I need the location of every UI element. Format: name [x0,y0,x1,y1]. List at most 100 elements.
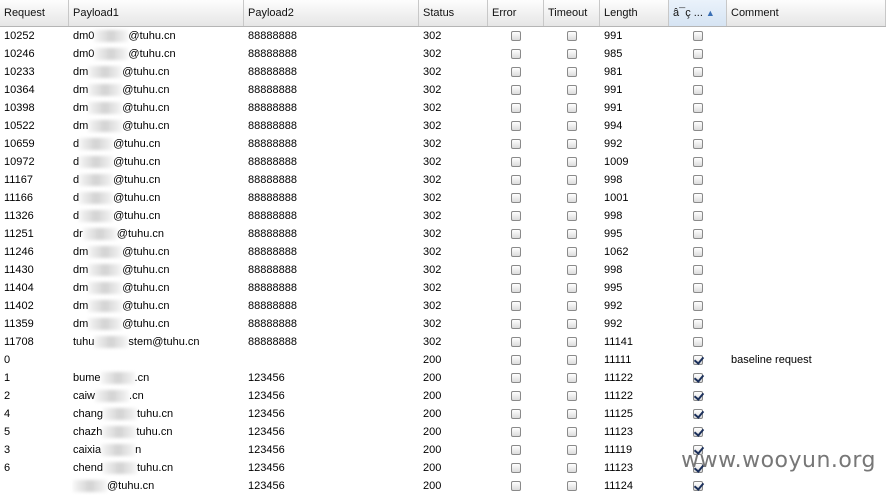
error-checkbox[interactable] [511,85,521,95]
marked-checkbox[interactable] [693,283,703,293]
column-header-request[interactable]: Request [0,0,69,26]
table-row[interactable]: 11402 dm @tuhu.cn 88888888 302 992 [0,297,886,315]
marked-checkbox[interactable] [693,157,703,167]
error-checkbox[interactable] [511,445,521,455]
timeout-checkbox[interactable] [567,373,577,383]
timeout-checkbox[interactable] [567,103,577,113]
table-row[interactable]: @tuhu.cn 123456 200 11124 [0,477,886,495]
table-row[interactable]: 11251 dr @tuhu.cn 88888888 302 995 [0,225,886,243]
error-checkbox[interactable] [511,193,521,203]
timeout-checkbox[interactable] [567,157,577,167]
table-row[interactable]: 10972 d @tuhu.cn 88888888 302 1009 [0,153,886,171]
column-header-comment[interactable]: Comment [727,0,886,26]
marked-checkbox[interactable] [693,409,703,419]
error-checkbox[interactable] [511,31,521,41]
error-checkbox[interactable] [511,355,521,365]
column-header-marked[interactable]: â¯ç ... ▲ [669,0,727,26]
error-checkbox[interactable] [511,319,521,329]
marked-checkbox[interactable] [693,427,703,437]
timeout-checkbox[interactable] [567,121,577,131]
table-row[interactable]: 10233 dm @tuhu.cn 88888888 302 981 [0,63,886,81]
timeout-checkbox[interactable] [567,427,577,437]
table-row[interactable]: 11166 d @tuhu.cn 88888888 302 1001 [0,189,886,207]
table-row[interactable]: 10522 dm @tuhu.cn 88888888 302 994 [0,117,886,135]
marked-checkbox[interactable] [693,193,703,203]
marked-checkbox[interactable] [693,31,703,41]
timeout-checkbox[interactable] [567,265,577,275]
timeout-checkbox[interactable] [567,67,577,77]
marked-checkbox[interactable] [693,103,703,113]
table-row[interactable]: 1 bume .cn 123456 200 11122 [0,369,886,387]
timeout-checkbox[interactable] [567,139,577,149]
error-checkbox[interactable] [511,283,521,293]
marked-checkbox[interactable] [693,319,703,329]
column-header-status[interactable]: Status [419,0,488,26]
table-row[interactable]: 11430 dm @tuhu.cn 88888888 302 998 [0,261,886,279]
marked-checkbox[interactable] [693,139,703,149]
error-checkbox[interactable] [511,175,521,185]
timeout-checkbox[interactable] [567,283,577,293]
timeout-checkbox[interactable] [567,211,577,221]
table-row[interactable]: 11246 dm @tuhu.cn 88888888 302 1062 [0,243,886,261]
column-header-error[interactable]: Error [488,0,544,26]
table-row[interactable]: 5 chazh tuhu.cn 123456 200 11123 [0,423,886,441]
marked-checkbox[interactable] [693,67,703,77]
table-row[interactable]: 2 caiw .cn 123456 200 11122 [0,387,886,405]
error-checkbox[interactable] [511,103,521,113]
table-row[interactable]: 4 chang tuhu.cn 123456 200 11125 [0,405,886,423]
table-row[interactable]: 10364 dm @tuhu.cn 88888888 302 991 [0,81,886,99]
marked-checkbox[interactable] [693,175,703,185]
error-checkbox[interactable] [511,49,521,59]
timeout-checkbox[interactable] [567,301,577,311]
timeout-checkbox[interactable] [567,85,577,95]
table-row[interactable]: 11359 dm @tuhu.cn 88888888 302 992 [0,315,886,333]
timeout-checkbox[interactable] [567,337,577,347]
timeout-checkbox[interactable] [567,31,577,41]
timeout-checkbox[interactable] [567,445,577,455]
column-header-timeout[interactable]: Timeout [544,0,600,26]
marked-checkbox[interactable] [693,301,703,311]
error-checkbox[interactable] [511,121,521,131]
table-row[interactable]: 11326 d @tuhu.cn 88888888 302 998 [0,207,886,225]
marked-checkbox[interactable] [693,373,703,383]
timeout-checkbox[interactable] [567,175,577,185]
marked-checkbox[interactable] [693,355,703,365]
table-row[interactable]: 10659 d @tuhu.cn 88888888 302 992 [0,135,886,153]
marked-checkbox[interactable] [693,85,703,95]
timeout-checkbox[interactable] [567,355,577,365]
timeout-checkbox[interactable] [567,409,577,419]
error-checkbox[interactable] [511,391,521,401]
error-checkbox[interactable] [511,67,521,77]
error-checkbox[interactable] [511,301,521,311]
error-checkbox[interactable] [511,247,521,257]
timeout-checkbox[interactable] [567,463,577,473]
timeout-checkbox[interactable] [567,391,577,401]
table-row[interactable]: 11404 dm @tuhu.cn 88888888 302 995 [0,279,886,297]
error-checkbox[interactable] [511,211,521,221]
column-header-payload1[interactable]: Payload1 [69,0,244,26]
table-row[interactable]: 0 200 11111 baseline request [0,351,886,369]
timeout-checkbox[interactable] [567,193,577,203]
error-checkbox[interactable] [511,427,521,437]
marked-checkbox[interactable] [693,481,703,491]
marked-checkbox[interactable] [693,337,703,347]
marked-checkbox[interactable] [693,49,703,59]
table-row[interactable]: 10246 dm0 @tuhu.cn 88888888 302 985 [0,45,886,63]
table-row[interactable]: 11708 tuhu stem@tuhu.cn 88888888 302 11141 [0,333,886,351]
error-checkbox[interactable] [511,139,521,149]
marked-checkbox[interactable] [693,391,703,401]
marked-checkbox[interactable] [693,121,703,131]
table-row[interactable]: 11167 d @tuhu.cn 88888888 302 998 [0,171,886,189]
timeout-checkbox[interactable] [567,481,577,491]
error-checkbox[interactable] [511,409,521,419]
marked-checkbox[interactable] [693,247,703,257]
error-checkbox[interactable] [511,463,521,473]
table-row[interactable]: 10398 dm @tuhu.cn 88888888 302 991 [0,99,886,117]
timeout-checkbox[interactable] [567,319,577,329]
error-checkbox[interactable] [511,229,521,239]
column-header-payload2[interactable]: Payload2 [244,0,419,26]
error-checkbox[interactable] [511,481,521,491]
timeout-checkbox[interactable] [567,229,577,239]
marked-checkbox[interactable] [693,229,703,239]
column-header-length[interactable]: Length [600,0,669,26]
